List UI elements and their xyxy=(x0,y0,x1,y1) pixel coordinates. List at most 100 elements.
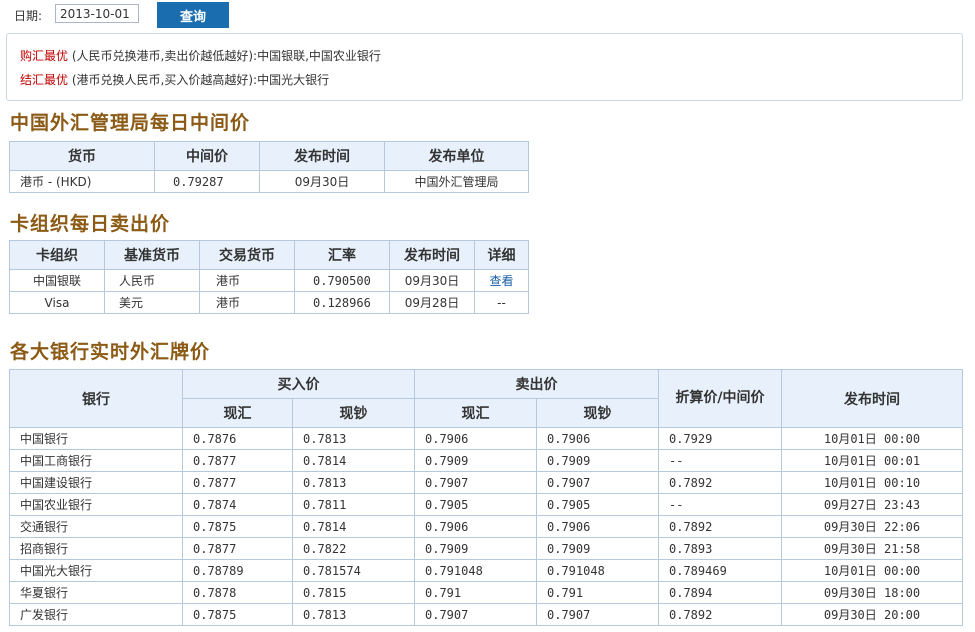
sell-cash: 0.7909 xyxy=(536,537,659,560)
sell-cash: 0.791048 xyxy=(536,559,659,582)
cards-base: 人民币 xyxy=(104,269,200,292)
query-button[interactable]: 查询 xyxy=(157,2,229,28)
publish-time: 09月30日 22:06 xyxy=(781,515,963,538)
cards-trade: 港币 xyxy=(199,291,295,314)
sell-spot: 0.791 xyxy=(414,581,537,604)
bank-row: 中国银行 0.7876 0.7813 0.7906 0.7906 0.7929 10月01日… xyxy=(9,427,963,450)
safe-section-title: 中国外汇管理局每日中间价 xyxy=(10,112,251,134)
cards-header-rate: 汇率 xyxy=(294,240,390,270)
buy-cash: 0.781574 xyxy=(292,559,415,582)
sell-cash: 0.7906 xyxy=(536,515,659,538)
publish-time: 10月01日 00:00 xyxy=(781,427,963,450)
sell-spot: 0.7909 xyxy=(414,537,537,560)
cards-header-time: 发布时间 xyxy=(389,240,475,270)
buy-cash: 0.7813 xyxy=(292,471,415,494)
best-rate-box: 购汇最优 (人民币兑换港币,卖出价越低越好):中国银联,中国农业银行 结汇最优 … xyxy=(6,33,963,101)
banks-section-title: 各大银行实时外汇牌价 xyxy=(10,341,211,363)
bank-name: 交通银行 xyxy=(9,515,183,538)
buy-cash: 0.7814 xyxy=(292,449,415,472)
cards-header-detail: 详细 xyxy=(474,240,529,270)
bank-row: 中国建设银行 0.7877 0.7813 0.7907 0.7907 0.7892 10月0… xyxy=(9,471,963,494)
sell-spot: 0.7907 xyxy=(414,603,537,626)
bank-name: 广发银行 xyxy=(9,603,183,626)
sell-cash: 0.7906 xyxy=(536,427,659,450)
view-detail-link[interactable]: 查看 xyxy=(489,274,513,288)
banks-header-buy-cash: 现钞 xyxy=(292,398,415,428)
publish-time: 09月30日 18:00 xyxy=(781,581,963,604)
sell-cash: 0.7907 xyxy=(536,603,659,626)
buy-spot: 0.7878 xyxy=(182,581,293,604)
bank-row: 招商银行 0.7877 0.7822 0.7909 0.7909 0.7893 09月30日… xyxy=(9,537,963,560)
banks-header-sell-spot: 现汇 xyxy=(414,398,537,428)
sell-cash: 0.7907 xyxy=(536,471,659,494)
date-label: 日期: xyxy=(14,9,43,23)
buy-spot: 0.7877 xyxy=(182,449,293,472)
cards-table: 卡组织 基准货币 交易货币 汇率 发布时间 详细 中国银联 人民币 港币 0.7… xyxy=(9,240,529,314)
bank-row: 中国农业银行 0.7874 0.7811 0.7905 0.7905 -- 09月27日 2… xyxy=(9,493,963,516)
best-buy-line: 购汇最优 (人民币兑换港币,卖出价越低越好):中国银联,中国农业银行 xyxy=(20,47,381,64)
sell-spot: 0.7906 xyxy=(414,427,537,450)
best-buy-label: 购汇最优 xyxy=(20,49,69,63)
mid-price: 0.789469 xyxy=(658,559,782,582)
banks-header-row: 银行 买入价 卖出价 折算价/中间价 发布时间 xyxy=(9,369,963,428)
date-input[interactable] xyxy=(55,4,139,23)
bank-row: 华夏银行 0.7878 0.7815 0.791 0.791 0.7894 09月30日 1… xyxy=(9,581,963,604)
buy-cash: 0.7815 xyxy=(292,581,415,604)
safe-mid-value: 0.79287 xyxy=(154,170,260,193)
publish-time: 10月01日 00:10 xyxy=(781,471,963,494)
mid-price: 0.7893 xyxy=(658,537,782,560)
sell-cash: 0.7905 xyxy=(536,493,659,516)
buy-cash: 0.7813 xyxy=(292,603,415,626)
best-sell-text: (港币兑换人民币,买入价越高越好):中国光大银行 xyxy=(71,73,330,87)
bank-row: 广发银行 0.7875 0.7813 0.7907 0.7907 0.7892 09月30日… xyxy=(9,603,963,626)
cards-rate: 0.790500 xyxy=(294,269,390,292)
bank-name: 中国农业银行 xyxy=(9,493,183,516)
banks-body: 中国银行 0.7876 0.7813 0.7906 0.7906 0.7929 10月01日… xyxy=(9,427,963,626)
buy-spot: 0.7876 xyxy=(182,427,293,450)
cards-base: 美元 xyxy=(104,291,200,314)
safe-header-issuer: 发布单位 xyxy=(384,141,529,171)
sell-spot: 0.7909 xyxy=(414,449,537,472)
cards-org: Visa xyxy=(9,291,105,314)
buy-spot: 0.7877 xyxy=(182,471,293,494)
buy-spot: 0.7877 xyxy=(182,537,293,560)
cards-header-base: 基准货币 xyxy=(104,240,200,270)
cards-row: 中国银联 人民币 港币 0.790500 09月30日 查看 xyxy=(9,269,529,292)
banks-header-buy: 买入价 xyxy=(182,369,415,399)
buy-cash: 0.7813 xyxy=(292,427,415,450)
banks-header-sell: 卖出价 xyxy=(414,369,659,399)
banks-header-buy-spot: 现汇 xyxy=(182,398,293,428)
banks-header-time: 发布时间 xyxy=(781,369,963,428)
safe-header-currency: 货币 xyxy=(9,141,155,171)
best-buy-text: (人民币兑换港币,卖出价越低越好):中国银联,中国农业银行 xyxy=(71,49,381,63)
bank-row: 交通银行 0.7875 0.7814 0.7906 0.7906 0.7892 09月30日… xyxy=(9,515,963,538)
mid-price: -- xyxy=(658,449,782,472)
best-sell-line: 结汇最优 (港币兑换人民币,买入价越高越好):中国光大银行 xyxy=(20,71,329,88)
publish-time: 09月27日 23:43 xyxy=(781,493,963,516)
buy-cash: 0.7811 xyxy=(292,493,415,516)
buy-spot: 0.78789 xyxy=(182,559,293,582)
safe-currency: 港币 - (HKD) xyxy=(9,170,155,193)
bank-row: 中国光大银行 0.78789 0.781574 0.791048 0.791048 0.7… xyxy=(9,559,963,582)
cards-time: 09月30日 xyxy=(389,269,475,292)
cards-header-trade: 交易货币 xyxy=(199,240,295,270)
sell-spot: 0.7906 xyxy=(414,515,537,538)
cards-header-org: 卡组织 xyxy=(9,240,105,270)
bank-name: 中国银行 xyxy=(9,427,183,450)
cards-rate: 0.128966 xyxy=(294,291,390,314)
cards-row: Visa 美元 港币 0.128966 09月28日 -- xyxy=(9,291,529,314)
bank-name: 华夏银行 xyxy=(9,581,183,604)
cards-org: 中国银联 xyxy=(9,269,105,292)
buy-spot: 0.7875 xyxy=(182,515,293,538)
banks-header-sell-cash: 现钞 xyxy=(536,398,659,428)
sell-cash: 0.791 xyxy=(536,581,659,604)
publish-time: 09月30日 21:58 xyxy=(781,537,963,560)
buy-cash: 0.7822 xyxy=(292,537,415,560)
safe-table: 货币 中间价 发布时间 发布单位 港币 - (HKD) 0.79287 09月3… xyxy=(9,141,529,193)
safe-time: 09月30日 xyxy=(259,170,385,193)
sell-cash: 0.7909 xyxy=(536,449,659,472)
cards-header-row: 卡组织 基准货币 交易货币 汇率 发布时间 详细 xyxy=(9,240,529,270)
mid-price: 0.7929 xyxy=(658,427,782,450)
bank-name: 中国工商银行 xyxy=(9,449,183,472)
mid-price: 0.7892 xyxy=(658,603,782,626)
